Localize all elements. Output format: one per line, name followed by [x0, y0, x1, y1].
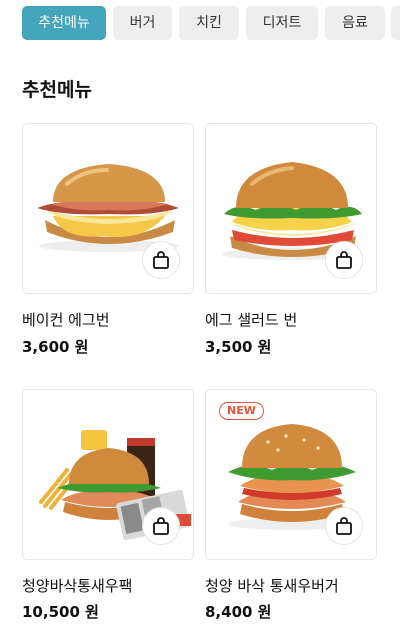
product-name[interactable]: 에그 샐러드 번 [205, 309, 297, 330]
product-price: 3,500 원 [205, 338, 272, 356]
add-to-cart-button[interactable] [142, 507, 180, 545]
add-to-cart-button[interactable] [325, 507, 363, 545]
product-card-bacon-egg-bun[interactable] [22, 123, 194, 294]
product-name[interactable]: 베이컨 에그번 [22, 309, 110, 330]
tab-burger[interactable]: 버거 [113, 6, 172, 40]
section-title: 추천메뉴 [22, 79, 92, 101]
tab-drink[interactable]: 음료 [325, 6, 385, 40]
shopping-bag-icon [153, 251, 169, 269]
add-to-cart-button[interactable] [142, 241, 180, 279]
shopping-bag-icon [336, 251, 352, 269]
product-price: 10,500 원 [22, 603, 99, 621]
product-card-egg-salad-bun[interactable] [205, 123, 377, 294]
product-card-shrimp-burger[interactable]: NEW [205, 389, 377, 560]
tab-recommended[interactable]: 추천메뉴 [22, 6, 106, 40]
product-price: 8,400 원 [205, 603, 272, 621]
shopping-bag-icon [153, 517, 169, 535]
product-price: 3,600 원 [22, 338, 89, 356]
product-name[interactable]: 청양바삭통새우팩 [22, 575, 132, 596]
product-name[interactable]: 청양 바삭 통새우버거 [205, 575, 339, 596]
shopping-bag-icon [336, 517, 352, 535]
add-to-cart-button[interactable] [325, 241, 363, 279]
tab-chicken[interactable]: 치킨 [179, 6, 239, 40]
tab-dessert[interactable]: 디저트 [246, 6, 318, 40]
tab-more[interactable] [391, 6, 400, 40]
product-card-shrimp-pack[interactable] [22, 389, 194, 560]
category-tabs: 추천메뉴 버거 치킨 디저트 음료 [0, 0, 400, 46]
